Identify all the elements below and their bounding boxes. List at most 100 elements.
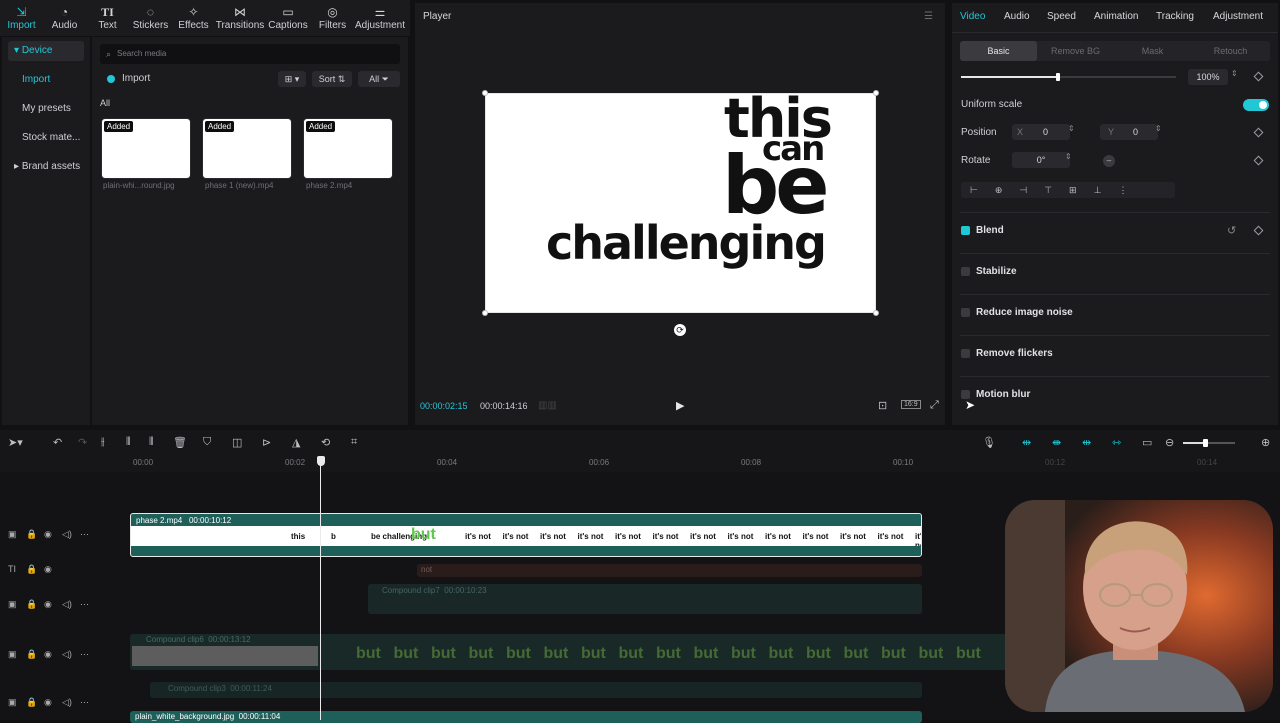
menu-icon[interactable]: ☰ xyxy=(924,11,933,22)
remove-flickers-checkbox[interactable] xyxy=(961,349,970,358)
more-icon[interactable]: ⋯ xyxy=(80,649,89,660)
scale-slider-knob[interactable] xyxy=(1055,73,1060,81)
filter-button[interactable]: All ⏷ xyxy=(358,71,400,87)
position-x-field[interactable]: X0 xyxy=(1012,124,1070,140)
stepper-icon[interactable]: ⇕ xyxy=(1065,152,1072,161)
keyframe-icon[interactable] xyxy=(1253,155,1264,166)
speaker-icon[interactable]: ◁) xyxy=(62,697,72,708)
sidebar-item-my-presets[interactable]: My presets xyxy=(2,94,90,123)
resize-handle[interactable] xyxy=(482,90,488,96)
stepper-icon[interactable]: ⇕ xyxy=(1155,124,1162,133)
zoom-slider[interactable] xyxy=(1183,439,1235,447)
sort-button[interactable]: Sort ⇅ xyxy=(312,71,352,87)
crop-icon[interactable]: ⌗ xyxy=(351,436,357,449)
more-icon[interactable]: ⋯ xyxy=(80,529,89,540)
subtab-remove-bg[interactable]: Remove BG xyxy=(1037,41,1114,61)
lock-icon[interactable]: 🔒 xyxy=(26,599,37,610)
split-left-icon[interactable]: ⫴ xyxy=(126,436,131,449)
tab-import[interactable]: ⇲ Import xyxy=(0,0,43,36)
preview-axis-icon[interactable]: ⇹ xyxy=(1082,436,1091,449)
speaker-icon[interactable]: ◁) xyxy=(62,599,72,610)
mirror-icon[interactable]: ◮ xyxy=(292,436,300,449)
stabilize-checkbox[interactable] xyxy=(961,267,970,276)
blend-checkbox[interactable] xyxy=(961,226,970,235)
text-clip[interactable]: not xyxy=(417,564,922,577)
select-tool-icon[interactable]: ➤▾ xyxy=(8,436,23,449)
tab-effects[interactable]: ✧ Effects xyxy=(172,0,215,36)
motion-blur-section[interactable]: Motion blur xyxy=(976,389,1030,400)
background-clip[interactable]: plain_white_background.jpg 00:00:11:04 xyxy=(130,711,922,723)
main-video-clip[interactable]: phase 2.mp4 00:00:10:12 this b be challeng… xyxy=(130,513,922,557)
rotate-dial-icon[interactable]: – xyxy=(1103,155,1115,167)
fullscreen-icon[interactable]: ⤢ xyxy=(930,399,939,412)
speaker-icon[interactable]: ◁) xyxy=(62,649,72,660)
eye-icon[interactable]: ◉ xyxy=(44,649,52,660)
reduce-noise-checkbox[interactable] xyxy=(961,308,970,317)
keyframe-icon[interactable] xyxy=(1253,225,1264,236)
shield-icon[interactable]: ⛉ xyxy=(203,436,211,449)
lock-icon[interactable]: 🔒 xyxy=(26,697,37,708)
stepper-icon[interactable]: ⇕ xyxy=(1231,69,1238,78)
resize-handle[interactable] xyxy=(873,310,879,316)
tab-video[interactable]: Video xyxy=(960,11,985,22)
tab-stickers[interactable]: ◌ Stickers xyxy=(129,0,172,36)
compound-clip-3[interactable]: Compound clip3 00:00:11:24 xyxy=(150,682,922,698)
microphone-icon[interactable]: 🎙 xyxy=(982,436,996,449)
stepper-icon[interactable]: ⇕ xyxy=(1068,124,1075,133)
link-icon[interactable]: ⇹ xyxy=(1022,436,1031,449)
tab-audio[interactable]: ◔ Audio xyxy=(43,0,86,36)
preview-canvas[interactable]: this can be challenging xyxy=(482,90,879,316)
zoom-out-icon[interactable]: ⊖ xyxy=(1165,436,1174,449)
stabilize-section[interactable]: Stabilize xyxy=(976,266,1017,277)
freeze-icon[interactable]: ◫ xyxy=(232,436,242,449)
import-button[interactable]: Import xyxy=(100,71,156,87)
subtab-mask[interactable]: Mask xyxy=(1114,41,1191,61)
tab-captions[interactable]: ▭ Captions xyxy=(265,0,311,36)
eye-icon[interactable]: ◉ xyxy=(44,697,52,708)
screenshot-icon[interactable]: ⊡ xyxy=(878,399,887,412)
compound-clip-6[interactable]: Compound clip6 00:00:13:12 but but but but b… xyxy=(130,634,1010,670)
delete-icon[interactable]: 🗑 xyxy=(173,436,187,449)
sidebar-item-stock-material[interactable]: Stock mate... xyxy=(2,123,90,152)
eye-icon[interactable]: ◉ xyxy=(44,529,52,540)
eye-icon[interactable]: ◉ xyxy=(44,599,52,610)
more-icon[interactable]: ⋯ xyxy=(80,599,89,610)
tab-animation[interactable]: Animation xyxy=(1094,11,1138,22)
compound-clip-7[interactable]: Compound clip7 00:00:10:23 xyxy=(368,584,922,614)
uniform-scale-toggle[interactable] xyxy=(1243,99,1269,111)
media-item[interactable]: Added xyxy=(101,118,191,179)
playhead-handle[interactable] xyxy=(317,456,325,466)
play-button[interactable]: ▶ xyxy=(676,399,684,412)
playhead[interactable] xyxy=(320,456,321,720)
waveform-icon[interactable]: ▥▥ xyxy=(538,400,557,411)
tab-adjustment[interactable]: ⚌ Adjustment xyxy=(354,0,406,36)
sidebar-item-device[interactable]: ▾ Device xyxy=(8,41,84,61)
rotate-icon[interactable]: ⟲ xyxy=(321,436,330,449)
aspect-ratio-button[interactable]: 16:9 xyxy=(901,400,921,409)
align-toolbar[interactable]: ⊢⊕⊣⊤⊞⊥⋮ xyxy=(961,182,1175,198)
caption-icon[interactable]: ▭ xyxy=(1142,436,1152,449)
resize-handle[interactable] xyxy=(482,310,488,316)
sidebar-item-brand-assets[interactable]: ▸ Brand assets xyxy=(2,152,90,181)
sidebar-item-import[interactable]: Import xyxy=(2,65,90,94)
blend-section[interactable]: Blend xyxy=(976,225,1004,236)
undo-icon[interactable]: ↶ xyxy=(53,436,62,449)
cover-icon[interactable]: ▣ xyxy=(8,697,17,708)
subtab-retouch[interactable]: Retouch xyxy=(1191,41,1270,61)
tab-text[interactable]: TI Text xyxy=(86,0,129,36)
speaker-icon[interactable]: ◁) xyxy=(62,529,72,540)
reverse-icon[interactable]: ⊳ xyxy=(262,436,271,449)
reset-icon[interactable]: ↺ xyxy=(1227,224,1236,237)
tab-transitions[interactable]: ⋈ Transitions xyxy=(215,0,265,36)
snap-icon[interactable]: ⇼ xyxy=(1052,436,1061,449)
reduce-noise-section[interactable]: Reduce image noise xyxy=(976,307,1073,318)
remove-flickers-section[interactable]: Remove flickers xyxy=(976,348,1053,359)
tab-adjustment[interactable]: Adjustment xyxy=(1213,11,1263,22)
lock-icon[interactable]: 🔒 xyxy=(26,529,37,540)
tab-speed[interactable]: Speed xyxy=(1047,11,1076,22)
view-toggle-button[interactable]: ⊞ ▾ xyxy=(278,71,306,87)
keyframe-icon[interactable] xyxy=(1253,127,1264,138)
tab-filters[interactable]: ◎ Filters xyxy=(311,0,354,36)
lock-icon[interactable]: 🔒 xyxy=(26,649,37,660)
rotate-field[interactable]: 0° xyxy=(1012,152,1070,168)
